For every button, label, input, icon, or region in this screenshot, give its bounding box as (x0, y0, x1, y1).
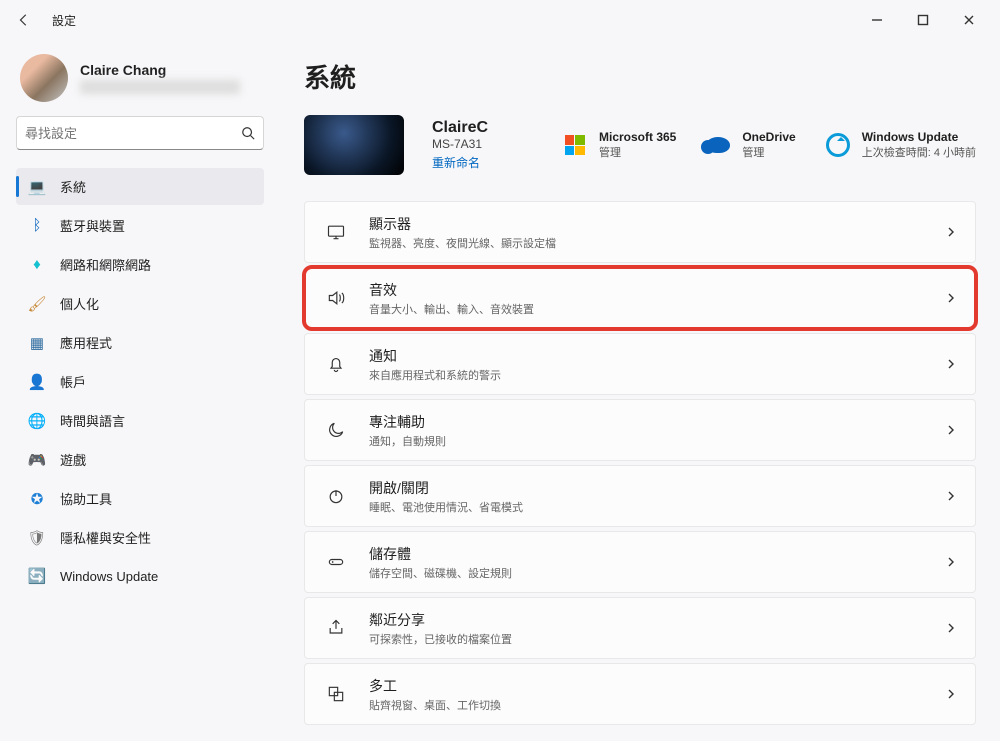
card-subtitle: 來自應用程式和系統的警示 (369, 367, 501, 383)
sidebar-item-privacy[interactable]: 🛡 隱私權與安全性 (16, 519, 264, 556)
profile-email-redacted (80, 80, 240, 94)
sidebar-item-label: 帳戶 (60, 372, 86, 391)
pc-wallpaper-thumb[interactable] (304, 115, 404, 175)
sidebar-item-label: 個人化 (60, 294, 99, 313)
chevron-right-icon (945, 226, 957, 238)
privacy-icon: 🛡 (28, 529, 46, 547)
card-subtitle: 通知，自動規則 (369, 433, 446, 449)
sidebar-item-access[interactable]: ✪ 協助工具 (16, 480, 264, 517)
chevron-right-icon (945, 490, 957, 502)
personal-icon: 🖌 (28, 295, 46, 313)
card-title: 音效 (369, 280, 534, 300)
settings-card-multi[interactable]: 多工貼齊視窗、桌面、工作切換 (304, 663, 976, 725)
sidebar-item-update[interactable]: 🔄 Windows Update (16, 558, 264, 594)
update-icon: 🔄 (28, 567, 46, 585)
time-icon: 🌐 (28, 412, 46, 430)
minimize-button[interactable] (854, 4, 900, 36)
status-onedrive[interactable]: OneDrive管理 (704, 130, 795, 160)
access-icon: ✪ (28, 490, 46, 508)
profile-block[interactable]: Claire Chang (16, 48, 264, 116)
sidebar-item-label: 網路和網際網路 (60, 255, 151, 274)
sidebar-item-label: 時間與語言 (60, 411, 125, 430)
windows-update-icon (824, 131, 852, 159)
card-title: 顯示器 (369, 214, 556, 234)
rename-link[interactable]: 重新命名 (432, 154, 488, 171)
sidebar-item-label: Windows Update (60, 569, 158, 584)
card-subtitle: 音量大小、輸出、輸入、音效裝置 (369, 301, 534, 317)
sound-icon (323, 288, 349, 308)
card-title: 多工 (369, 676, 501, 696)
page-title: 系統 (304, 58, 976, 95)
card-title: 儲存體 (369, 544, 512, 564)
close-button[interactable] (946, 4, 992, 36)
card-subtitle: 儲存空間、磁碟機、設定規則 (369, 565, 512, 581)
maximize-button[interactable] (900, 4, 946, 36)
sidebar-item-personal[interactable]: 🖌 個人化 (16, 285, 264, 322)
chevron-right-icon (945, 358, 957, 370)
sidebar-item-label: 隱私權與安全性 (60, 528, 151, 547)
profile-name: Claire Chang (80, 62, 240, 78)
accounts-icon: 👤 (28, 373, 46, 391)
device-model: MS-7A31 (432, 137, 488, 151)
status-windows-update[interactable]: Windows Update上次檢查時間: 4 小時前 (824, 130, 976, 160)
bell-icon (323, 354, 349, 374)
settings-card-share[interactable]: 鄰近分享可探索性，已接收的檔案位置 (304, 597, 976, 659)
sidebar-item-apps[interactable]: ▦ 應用程式 (16, 324, 264, 361)
sidebar-item-accounts[interactable]: 👤 帳戶 (16, 363, 264, 400)
chevron-right-icon (945, 292, 957, 304)
network-icon: ♦ (28, 256, 46, 274)
share-icon (323, 618, 349, 638)
apps-icon: ▦ (28, 334, 46, 352)
settings-card-focus[interactable]: 專注輔助通知，自動規則 (304, 399, 976, 461)
search-input[interactable] (25, 126, 241, 141)
sidebar-item-time[interactable]: 🌐 時間與語言 (16, 402, 264, 439)
sidebar-item-bluetooth[interactable]: ᛒ 藍牙與裝置 (16, 207, 264, 244)
window-title: 設定 (52, 12, 76, 29)
card-title: 開啟/關閉 (369, 478, 523, 498)
card-subtitle: 監視器、亮度、夜間光線、顯示設定檔 (369, 235, 556, 251)
monitor-icon (323, 222, 349, 242)
back-button[interactable] (8, 4, 40, 36)
sidebar-item-label: 遊戲 (60, 450, 86, 469)
avatar (20, 54, 68, 102)
card-title: 通知 (369, 346, 501, 366)
card-subtitle: 可探索性，已接收的檔案位置 (369, 631, 512, 647)
settings-card-storage[interactable]: 儲存體儲存空間、磁碟機、設定規則 (304, 531, 976, 593)
card-title: 專注輔助 (369, 412, 446, 432)
settings-card-notify[interactable]: 通知來自應用程式和系統的警示 (304, 333, 976, 395)
status-m365[interactable]: Microsoft 365管理 (561, 130, 676, 160)
card-subtitle: 貼齊視窗、桌面、工作切換 (369, 697, 501, 713)
system-icon: 💻 (28, 178, 46, 196)
power-icon (323, 486, 349, 506)
settings-card-power[interactable]: 開啟/關閉睡眠、電池使用情況、省電模式 (304, 465, 976, 527)
sidebar-item-system[interactable]: 💻 系統 (16, 168, 264, 205)
sidebar-item-gaming[interactable]: 🎮 遊戲 (16, 441, 264, 478)
bluetooth-icon: ᛒ (28, 217, 46, 235)
sidebar-item-label: 應用程式 (60, 333, 112, 352)
multi-icon (323, 684, 349, 704)
chevron-right-icon (945, 424, 957, 436)
sidebar-item-network[interactable]: ♦ 網路和網際網路 (16, 246, 264, 283)
card-title: 鄰近分享 (369, 610, 512, 630)
settings-card-sound[interactable]: 音效音量大小、輸出、輸入、音效裝置 (304, 267, 976, 329)
card-subtitle: 睡眠、電池使用情況、省電模式 (369, 499, 523, 515)
sidebar-item-label: 藍牙與裝置 (60, 216, 125, 235)
device-name: ClaireC (432, 119, 488, 137)
search-box[interactable] (16, 116, 264, 150)
settings-card-display[interactable]: 顯示器監視器、亮度、夜間光線、顯示設定檔 (304, 201, 976, 263)
chevron-right-icon (945, 556, 957, 568)
moon-icon (323, 420, 349, 440)
chevron-right-icon (945, 622, 957, 634)
onedrive-icon (704, 131, 732, 159)
search-icon (241, 126, 255, 140)
storage-icon (323, 552, 349, 572)
chevron-right-icon (945, 688, 957, 700)
sidebar-item-label: 系統 (60, 177, 86, 196)
microsoft-logo-icon (561, 131, 589, 159)
gaming-icon: 🎮 (28, 451, 46, 469)
sidebar-item-label: 協助工具 (60, 489, 112, 508)
